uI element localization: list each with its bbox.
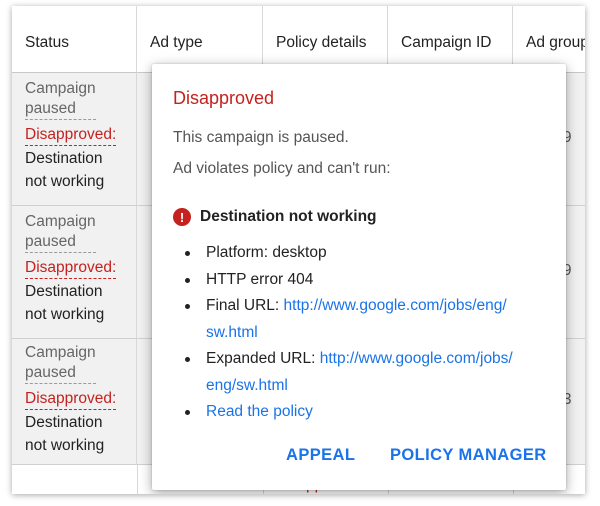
campaign-paused-text: This campaign is paused. (173, 129, 349, 146)
policy-details-popup: Disapproved This campaign is paused. Ad … (152, 64, 566, 490)
status-paused[interactable]: Campaign paused (25, 79, 96, 120)
disapproval-reason: Destination (25, 149, 103, 167)
column-header-ad-type[interactable]: Ad type (137, 6, 263, 72)
disapproval-reason: not working (25, 437, 105, 454)
error-icon: ! (173, 208, 191, 226)
popup-title: Disapproved (173, 88, 275, 108)
issue-heading: ! Destination not working (173, 208, 377, 226)
column-header-policy-details[interactable]: Policy details (263, 6, 388, 72)
disapproval-reason: not working (25, 173, 105, 190)
appeal-button[interactable]: APPEAL (286, 446, 355, 465)
status-paused[interactable]: Campaign paused (25, 212, 96, 253)
list-item: Final URL: http://www.google.com/jobs/en… (184, 293, 513, 346)
policy-status-disapproved[interactable]: Disapproved: (25, 389, 117, 410)
list-item: HTTP error 404 (184, 267, 513, 294)
policy-violation-text: Ad violates policy and can't run: (173, 160, 391, 177)
policy-status-disapproved[interactable]: Disapproved: (25, 125, 117, 146)
issue-details-list: Platform: desktop HTTP error 404 Final U… (184, 240, 513, 426)
ads-table-frame: Status Ad type Policy details Campaign I… (12, 6, 585, 494)
status-cell: Campaign paused Disapproved: Destination … (12, 73, 137, 205)
list-item: Platform: desktop (184, 240, 513, 267)
table-header: Status Ad type Policy details Campaign I… (12, 6, 585, 73)
status-cell: Campaign paused Disapproved: Destination … (12, 339, 137, 464)
policy-status-disapproved[interactable]: Disapproved: (25, 258, 117, 279)
status-paused[interactable]: Campaign paused (25, 343, 96, 384)
list-item: Read the policy (184, 399, 513, 426)
column-header-ad-group[interactable]: Ad group (513, 6, 585, 72)
list-item: Expanded URL: http://www.google.com/jobs… (184, 346, 513, 399)
column-header-campaign-id[interactable]: Campaign ID (388, 6, 513, 72)
final-url-label: Final URL: (206, 297, 284, 314)
expanded-url-label: Expanded URL: (206, 350, 320, 367)
column-header-status[interactable]: Status (12, 6, 137, 72)
issue-title: Destination not working (200, 208, 377, 225)
disapproval-reason: not working (25, 306, 105, 323)
disapproval-reason: Destination (25, 282, 103, 300)
read-policy-link[interactable]: Read the policy (206, 403, 313, 420)
status-cell: Campaign paused Disapproved: Destination … (12, 206, 137, 338)
disapproval-reason: Destination (25, 413, 103, 431)
policy-manager-button[interactable]: POLICY MANAGER (390, 446, 547, 465)
